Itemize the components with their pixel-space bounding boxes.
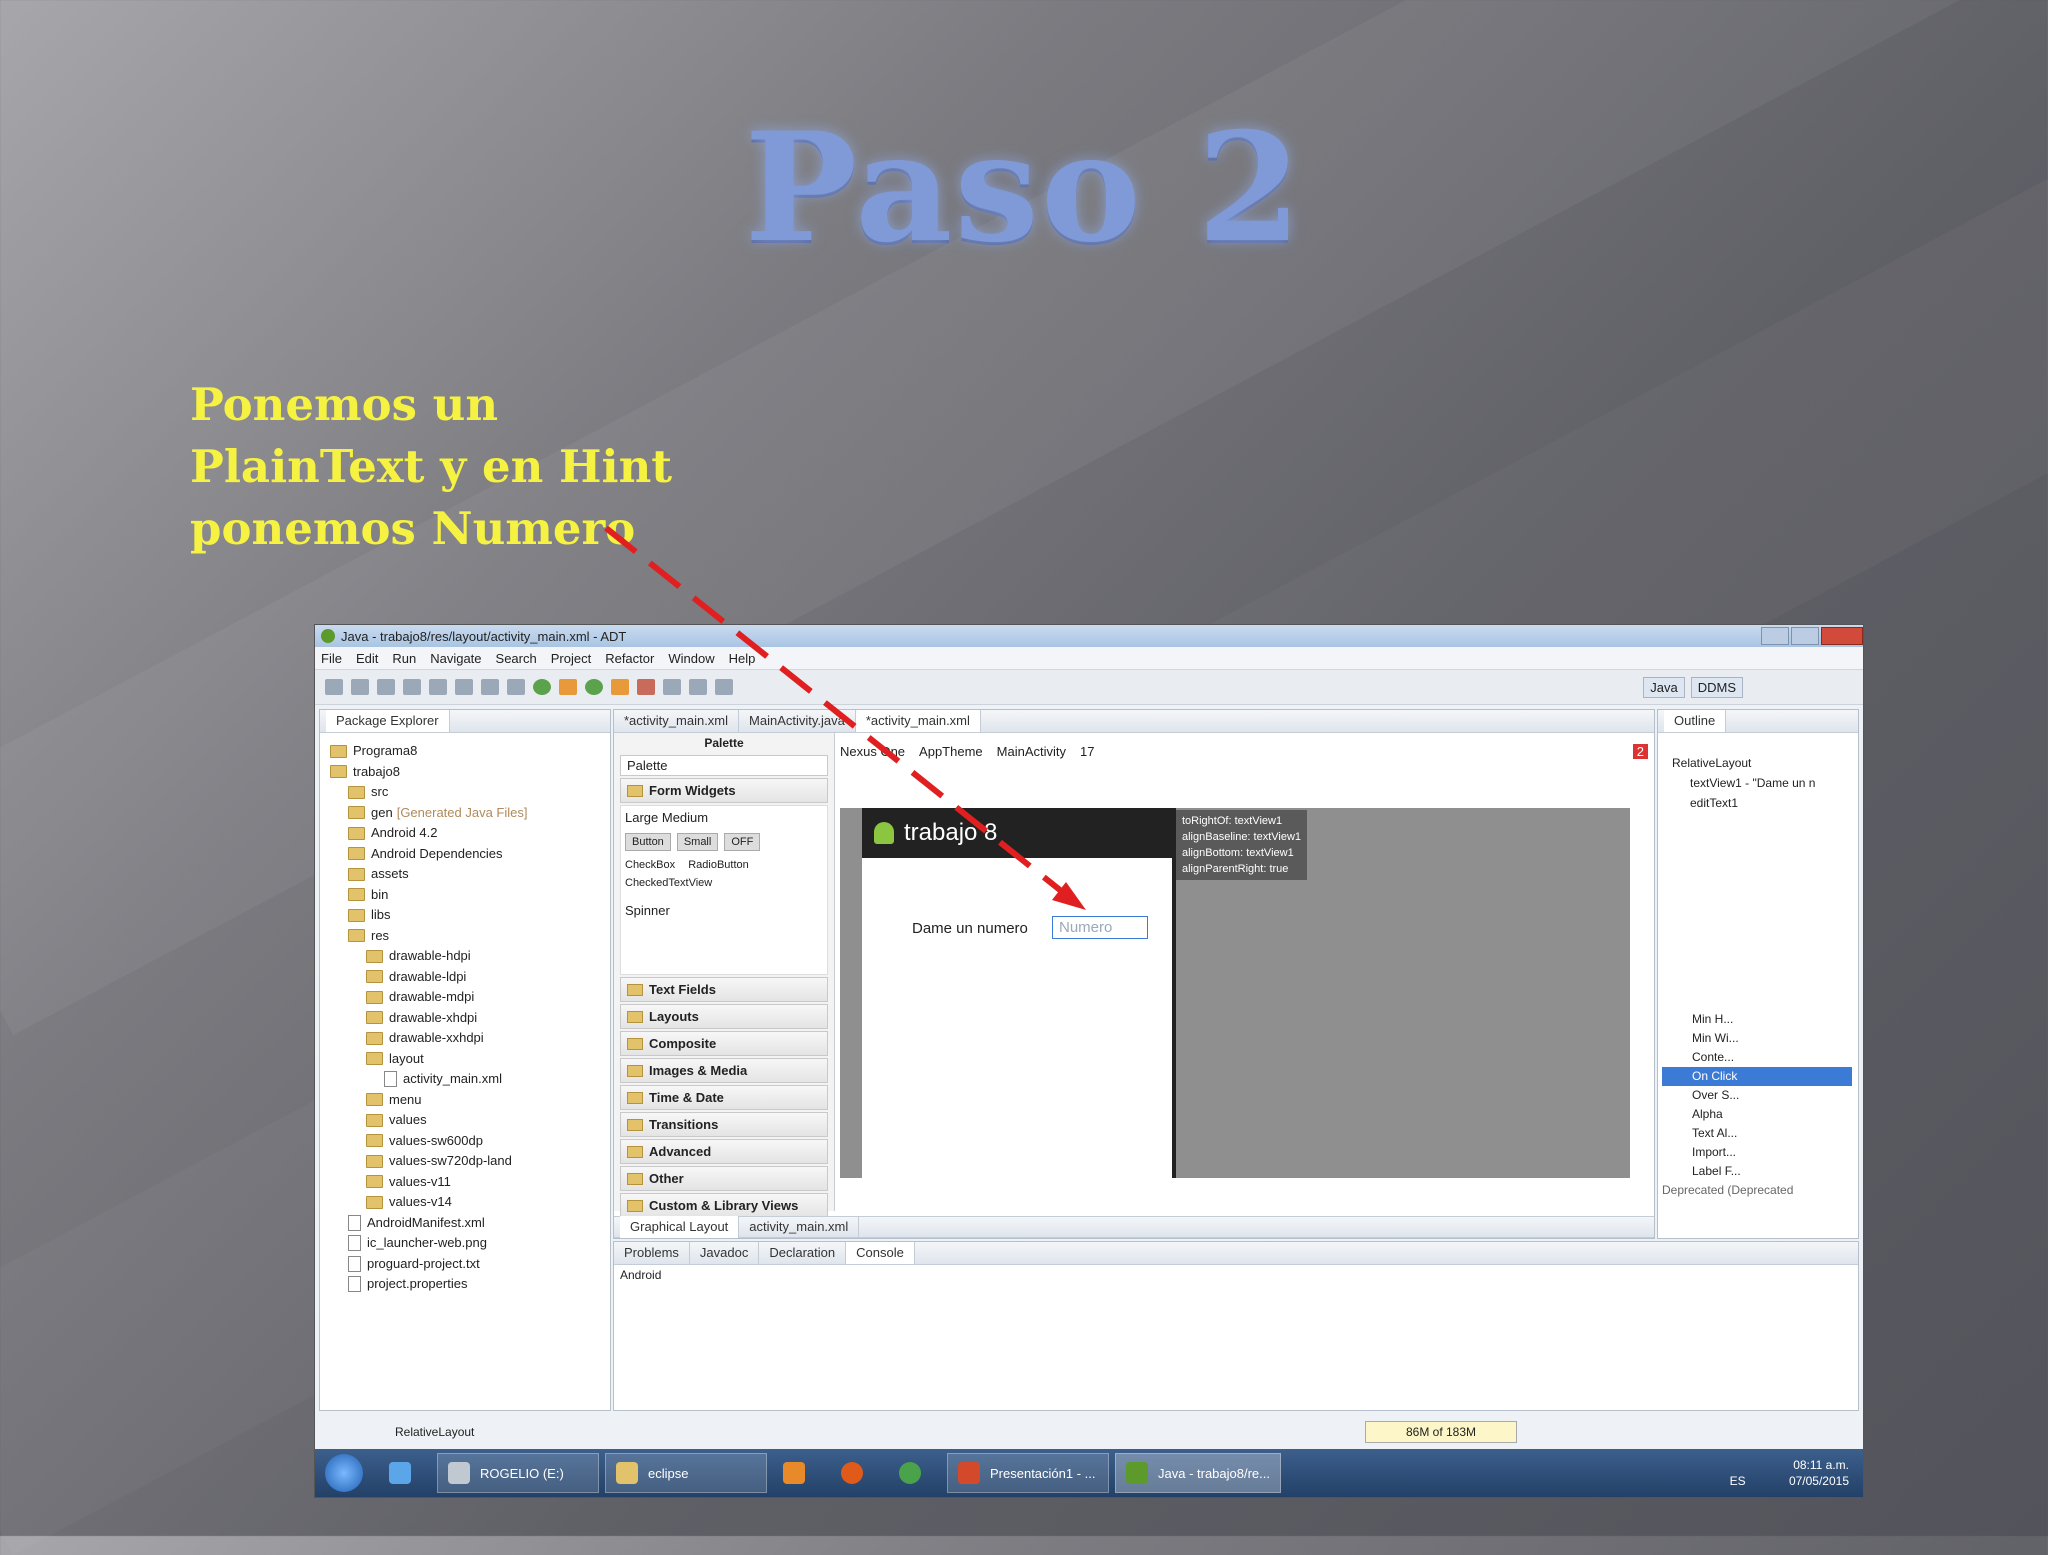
arrow-line bbox=[604, 525, 1072, 901]
pointer-arrow bbox=[604, 525, 1086, 910]
